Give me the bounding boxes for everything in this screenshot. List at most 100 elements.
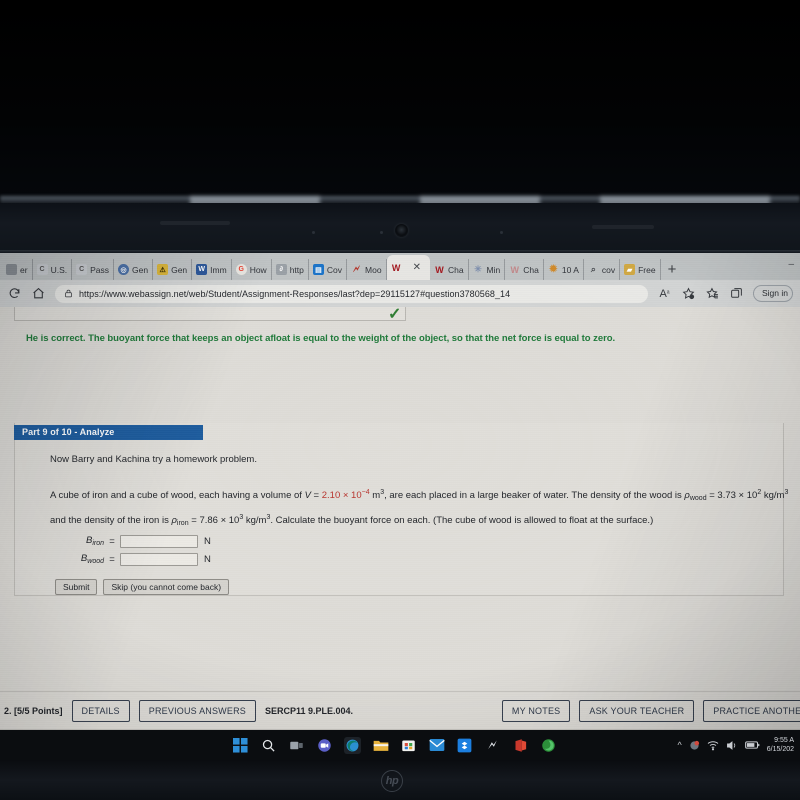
browser-tab[interactable]: W Imm [192,259,232,280]
url-text: https://www.webassign.net/web/Student/As… [79,288,511,299]
circle-icon: ◎ [118,264,129,275]
address-bar[interactable]: https://www.webassign.net/web/Student/As… [55,284,648,303]
answer-input-iron[interactable] [120,534,198,548]
read-aloud-icon[interactable]: Aᵃ [657,286,672,301]
tab-label: Gen [132,264,149,275]
task-view-icon[interactable] [288,737,305,754]
browser-tab-active[interactable]: W ✕ [386,255,430,280]
clock-time: 9:55 A [774,737,794,744]
browser-tab-strip[interactable]: er C U.S. C Pass ◎ Gen ⚠ Gen W Imm G How… [0,253,800,280]
problem-seg2: , are each placed in a large beaker of w… [384,490,685,501]
problem-seg1: A cube of iron and a cube of wood, each … [50,490,305,501]
details-button[interactable]: DETAILS [71,700,130,722]
browser-tab[interactable]: W Cha [505,259,544,280]
search-icon[interactable] [260,737,277,754]
feedback-text: He is correct. The buoyant force that ke… [26,333,616,344]
new-tab-button[interactable]: + [661,259,684,280]
lock-icon [64,289,73,298]
webassign-icon: W [510,264,520,275]
taskbar-icon-group: 🗲 [232,736,557,754]
taskbar-clock[interactable]: 9:55 A 6/15/202 [767,736,796,754]
browser-tab[interactable]: er [2,259,33,280]
part-action-buttons: Submit Skip (you cannot come back) [55,579,230,595]
browser-tab[interactable]: ∂ http [272,259,309,280]
value-V-mantissa: 2.10 [321,490,341,501]
value-V-exponent: −4 [361,489,370,496]
question-points: 2. [5/5 Points] [4,706,63,716]
sign-in-button[interactable]: Sign in [753,285,793,302]
microphone-dot [500,231,503,234]
microphone-dot [380,231,383,234]
sparkle-icon: ✳ [474,264,482,274]
tab-label: http [289,264,304,275]
answer-input-wood[interactable] [120,552,198,566]
browser-tab[interactable]: C Pass [72,259,114,280]
dropbox-icon[interactable] [456,737,473,754]
laptop-photo: er C U.S. C Pass ◎ Gen ⚠ Gen W Imm G How… [0,0,800,800]
notification-icon[interactable] [689,740,700,751]
lightning-icon[interactable]: 🗲 [484,737,501,754]
windows-taskbar[interactable]: 🗲 ^ 9:55 A 6/15/202 [0,730,800,760]
previous-part-box [14,307,406,321]
search-icon: ⌕ [590,264,596,274]
tab-label: Cov [326,264,343,275]
favorites-icon[interactable] [705,286,720,301]
browser-tab[interactable]: C U.S. [33,259,73,280]
browser-tab[interactable]: ▰ Free [620,259,661,280]
tab-label: How [249,264,267,275]
antivirus-icon[interactable] [540,737,557,754]
browser-tab[interactable]: 🗲 Moo [347,259,387,280]
folder-icon: ▰ [624,264,636,275]
question-toolbar: 2. [5/5 Points] DETAILS PREVIOUS ANSWERS… [0,693,800,729]
close-icon[interactable]: ✕ [408,262,426,273]
teams-icon[interactable] [316,737,333,754]
wifi-icon[interactable] [707,740,719,751]
battery-icon[interactable] [744,740,760,750]
microsoft-store-icon[interactable] [400,737,417,754]
rho-wood-subscript: wood [689,495,707,502]
browser-tab[interactable]: ✹ 10 A [544,259,584,280]
browser-tab[interactable]: ✳ Min [469,259,506,280]
webassign-page: ✓ He is correct. The buoyant force that … [0,306,800,730]
problem-statement: A cube of iron and a cube of wood, each … [50,483,790,533]
minimize-window-button[interactable]: – [788,259,794,270]
collections-icon[interactable] [729,286,744,301]
browser-tab[interactable]: W Cha [430,259,469,280]
browser-tab[interactable]: ▤ Cov [309,259,348,280]
equals-1: = [310,490,322,501]
previous-answers-button[interactable]: PREVIOUS ANSWERS [138,700,256,722]
correct-checkmark-icon: ✓ [388,306,402,323]
tab-label: 10 A [561,264,579,275]
browser-tab[interactable]: ⌕ cov [584,259,621,280]
answer-subscript-iron: iron [92,540,104,547]
mail-icon[interactable] [428,737,445,754]
volume-icon[interactable] [726,740,738,751]
windows-start-icon[interactable] [232,737,249,754]
hp-logo: hp [381,770,403,792]
value-wood-mantissa: 3.73 × 10 [717,490,758,501]
webassign-icon: W [435,264,444,275]
tab-label: er [20,264,28,275]
browser-tab[interactable]: G How [232,259,272,280]
equals-3: = [188,515,200,526]
add-favorite-icon[interactable] [681,286,696,301]
warning-icon: ⚠ [157,264,169,275]
ask-your-teacher-button[interactable]: ASK YOUR TEACHER [579,700,695,722]
edge-icon[interactable] [344,736,361,754]
tab-label: Cha [447,264,464,275]
home-icon[interactable] [31,286,46,301]
refresh-icon[interactable] [7,286,22,301]
chevron-up-icon[interactable]: ^ [678,740,682,750]
practice-another-button[interactable]: PRACTICE ANOTHER [703,700,800,722]
part-intro-text: Now Barry and Kachina try a homework pro… [50,454,257,465]
unit-V: m [369,490,381,501]
my-notes-button[interactable]: MY NOTES [501,700,571,722]
browser-tab[interactable]: ◎ Gen [114,259,154,280]
submit-button[interactable]: Submit [55,579,98,595]
answer-equals-iron: = [109,535,115,547]
skip-button[interactable]: Skip (you cannot come back) [103,579,230,595]
generic-icon [6,264,17,275]
office-icon[interactable] [512,737,529,754]
browser-tab[interactable]: ⚠ Gen [153,259,193,280]
file-explorer-icon[interactable] [372,737,389,754]
